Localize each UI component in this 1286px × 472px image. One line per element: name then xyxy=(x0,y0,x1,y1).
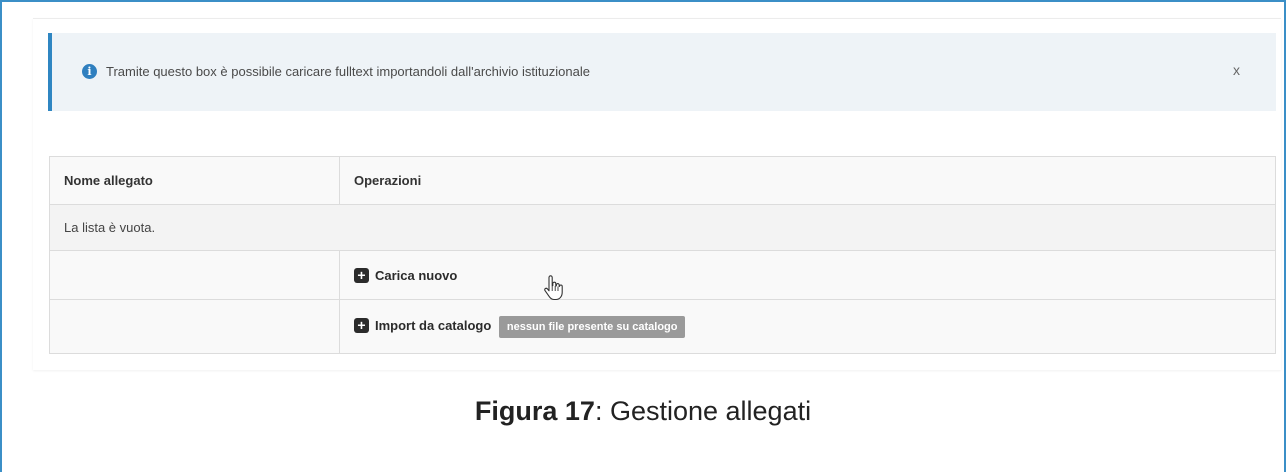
figure-caption: Figura 17: Gestione allegati xyxy=(0,393,1286,429)
alert-close-button[interactable]: x xyxy=(1233,62,1240,78)
column-header-name: Nome allegato xyxy=(49,156,340,205)
catalog-status-badge: nessun file presente su catalogo xyxy=(498,315,686,338)
alert-text: Tramite questo box è possibile caricare … xyxy=(106,64,590,79)
hand-pointer-icon xyxy=(544,275,563,301)
figure-caption-text: : Gestione allegati xyxy=(594,396,812,426)
info-icon: i xyxy=(82,64,97,79)
table-row: + Carica nuovo xyxy=(49,250,1276,300)
table-cell-operations: + Import da catalogo nessun file present… xyxy=(339,299,1276,354)
table-cell-operations: + Carica nuovo xyxy=(339,250,1276,300)
plus-square-icon: + xyxy=(354,267,369,283)
figure-caption-label: Figura 17 xyxy=(474,396,595,426)
empty-list-message: La lista è vuota. xyxy=(49,204,1276,251)
table-row: + Import da catalogo nessun file present… xyxy=(49,299,1276,354)
column-header-operations: Operazioni xyxy=(339,156,1276,205)
table-header-row: Nome allegato Operazioni xyxy=(49,156,1276,205)
table-row-empty: La lista è vuota. xyxy=(49,204,1276,251)
plus-square-icon: + xyxy=(354,317,369,333)
upload-new-button[interactable]: + Carica nuovo xyxy=(354,267,458,283)
upload-new-label: Carica nuovo xyxy=(375,267,458,283)
import-from-catalog-label: Import da catalogo xyxy=(375,317,492,333)
table-cell-empty xyxy=(49,250,340,300)
info-alert: i Tramite questo box è possibile caricar… xyxy=(48,33,1276,111)
table-cell-empty xyxy=(49,299,340,354)
import-from-catalog-button[interactable]: + Import da catalogo xyxy=(354,317,492,333)
attachments-table: Nome allegato Operazioni La lista è vuot… xyxy=(49,156,1276,354)
